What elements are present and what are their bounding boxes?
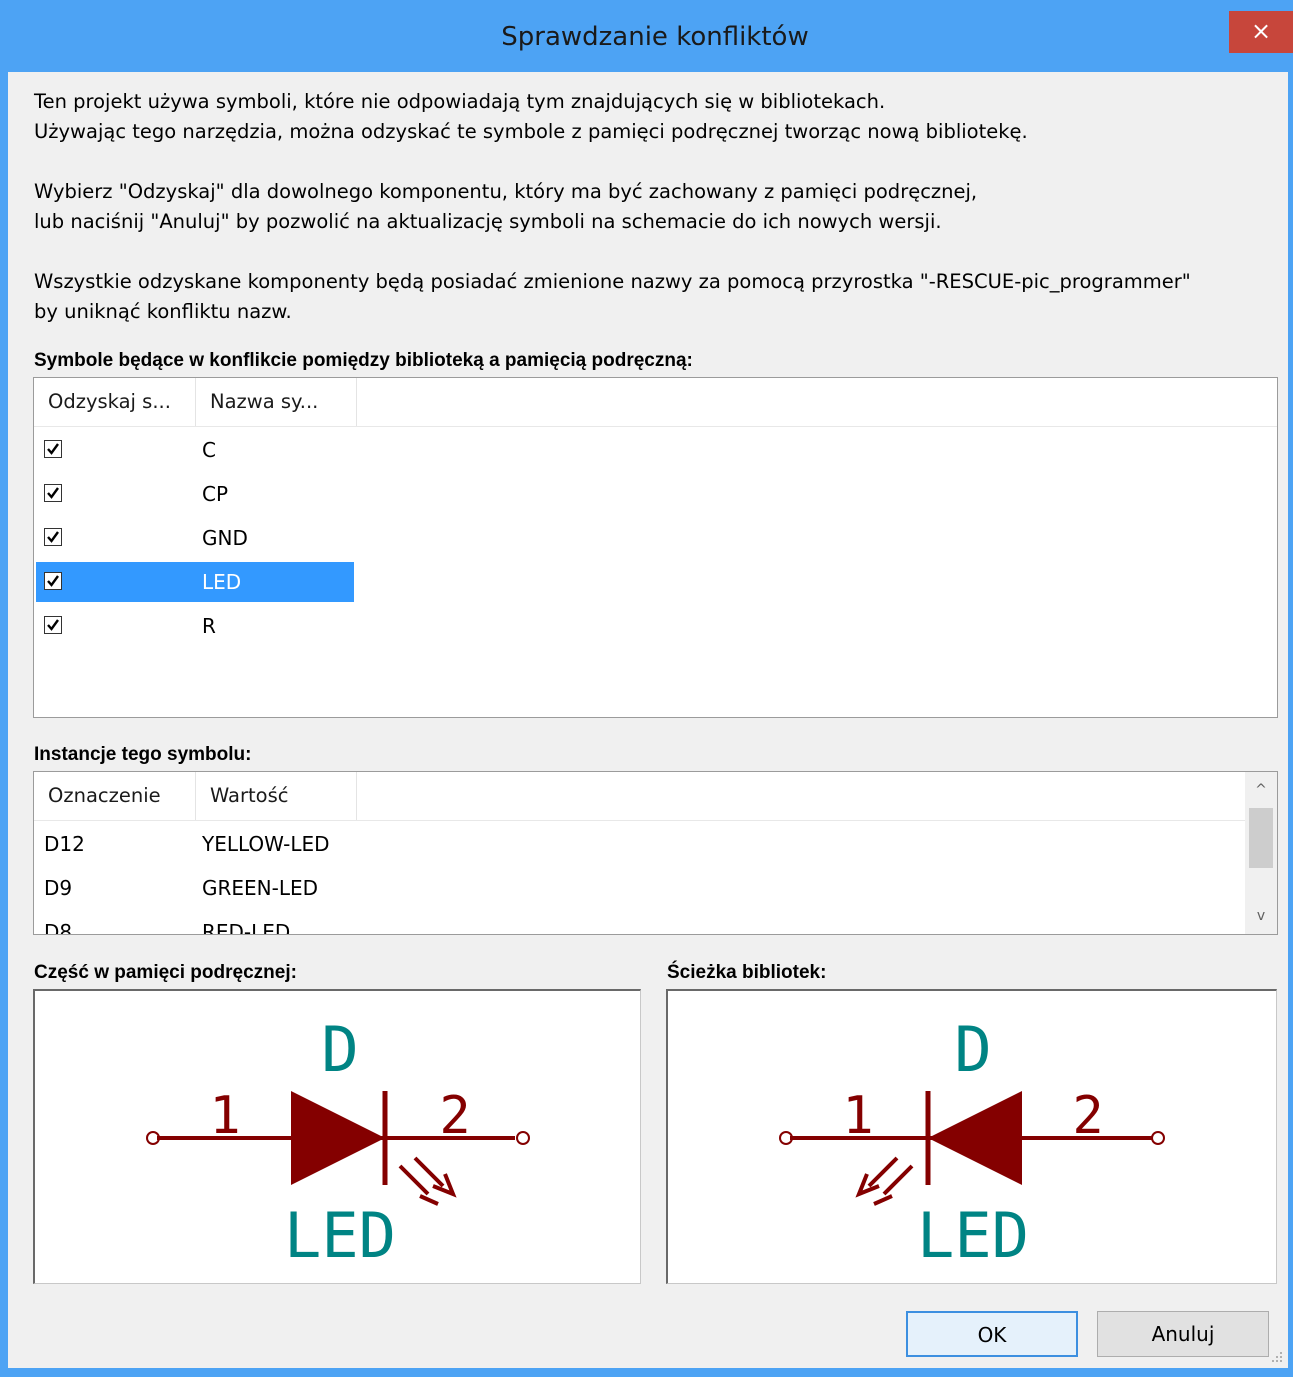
- emission-arrows-icon: [855, 1156, 914, 1206]
- rescue-checkbox[interactable]: [44, 528, 62, 546]
- description-line-5: Wszystkie odzyskane komponenty będą posi…: [34, 270, 1191, 293]
- rescue-checkbox[interactable]: [44, 440, 62, 458]
- description-line-2: Używając tego narzędzia, można odzyskać …: [34, 120, 1028, 143]
- library-pin2-number: 2: [1072, 1086, 1103, 1146]
- library-pin1-number: 1: [842, 1086, 873, 1146]
- description-line-6: by uniknąć konfliktu nazw.: [34, 300, 292, 323]
- column-header-value[interactable]: Wartość: [196, 772, 357, 820]
- library-ref-text: D: [954, 1013, 991, 1086]
- scroll-down-arrow-icon[interactable]: v: [1245, 900, 1277, 932]
- value-cell: GREEN-LED: [202, 876, 319, 900]
- symbol-name-cell: CP: [202, 482, 229, 506]
- scroll-thumb[interactable]: [1249, 808, 1273, 868]
- reference-cell: D9: [44, 876, 73, 900]
- rescue-checkbox[interactable]: [44, 572, 62, 590]
- dialog-window: Sprawdzanie konfliktów × Ten projekt uży…: [0, 0, 1293, 1377]
- library-value-text: LED: [917, 1199, 1029, 1272]
- column-header-reference[interactable]: Oznaczenie: [34, 772, 196, 820]
- cache-symbol-preview: D 1 2 LED: [33, 989, 641, 1284]
- symbol-name-cell: R: [202, 614, 216, 638]
- instances-label: Instancje tego symbolu:: [34, 744, 252, 765]
- checkmark-icon: [47, 443, 59, 455]
- conflict-row[interactable]: CP: [36, 474, 354, 514]
- pin2-endpoint: [1151, 1131, 1165, 1145]
- diode-triangle: [291, 1091, 385, 1185]
- cache-led-symbol: D 1 2 LED: [146, 1013, 530, 1272]
- description-line-4: lub naciśnij "Anuluj" by pozwolić na akt…: [34, 210, 942, 233]
- rescue-checkbox[interactable]: [44, 484, 62, 502]
- value-cell: YELLOW-LED: [202, 832, 330, 856]
- conflict-row[interactable]: R: [36, 606, 354, 646]
- cache-pin1-number: 1: [209, 1086, 240, 1146]
- symbol-name-cell: C: [202, 438, 216, 462]
- instances-scrollbar[interactable]: ^ v: [1245, 772, 1277, 934]
- header-divider: [34, 426, 1277, 427]
- library-led-symbol: D 1 2 LED: [779, 1013, 1165, 1272]
- description-line-3: Wybierz "Odzyskaj" dla dowolnego kompone…: [34, 180, 978, 203]
- cancel-button[interactable]: Anuluj: [1097, 1311, 1269, 1357]
- ok-button[interactable]: OK: [906, 1311, 1078, 1357]
- conflict-row[interactable]: C: [36, 430, 354, 470]
- header-divider: [34, 820, 1245, 821]
- instances-list[interactable]: Oznaczenie Wartość D12 YELLOW-LED D9 GREEN-…: [33, 771, 1278, 935]
- cache-pin2-number: 2: [439, 1086, 470, 1146]
- checkmark-icon: [47, 487, 59, 499]
- reference-cell: D8: [44, 920, 73, 935]
- conflicts-list[interactable]: Odzyskaj s... Nazwa sy... C CP GND LED R: [33, 377, 1278, 718]
- checkmark-icon: [47, 619, 59, 631]
- cache-ref-text: D: [321, 1013, 358, 1086]
- column-header-rescue[interactable]: Odzyskaj s...: [34, 378, 196, 426]
- conflict-row[interactable]: GND: [36, 518, 354, 558]
- instance-row[interactable]: D8 RED-LED: [36, 912, 1236, 935]
- conflicts-label: Symbole będące w konflikcie pomiędzy bib…: [34, 350, 693, 371]
- instance-row[interactable]: D12 YELLOW-LED: [36, 824, 1236, 864]
- checkmark-icon: [47, 575, 59, 587]
- pin2-endpoint: [516, 1131, 530, 1145]
- value-cell: RED-LED: [202, 920, 291, 935]
- conflict-row[interactable]: LED: [36, 562, 354, 602]
- scroll-up-arrow-icon[interactable]: ^: [1245, 774, 1277, 806]
- title-bar[interactable]: Sprawdzanie konfliktów ×: [0, 0, 1293, 72]
- close-button[interactable]: ×: [1229, 11, 1293, 53]
- cache-preview-label: Część w pamięci podręcznej:: [34, 962, 297, 983]
- diode-triangle: [928, 1091, 1022, 1185]
- checkmark-icon: [47, 531, 59, 543]
- reference-cell: D12: [44, 832, 85, 856]
- cache-value-text: LED: [284, 1199, 396, 1272]
- library-preview-label: Ścieżka bibliotek:: [667, 962, 827, 983]
- symbol-name-cell: LED: [202, 570, 242, 594]
- emission-arrows-icon: [398, 1156, 457, 1206]
- description-line-1: Ten projekt używa symboli, które nie odp…: [34, 90, 886, 113]
- symbol-name-cell: GND: [202, 526, 248, 550]
- library-symbol-preview: D 1 2 LED: [666, 989, 1277, 1284]
- dialog-client-area: Ten projekt używa symboli, które nie odp…: [8, 72, 1288, 1368]
- rescue-checkbox[interactable]: [44, 616, 62, 634]
- window-title: Sprawdzanie konfliktów: [501, 22, 809, 52]
- instance-row[interactable]: D9 GREEN-LED: [36, 868, 1236, 908]
- column-header-symbol-name[interactable]: Nazwa sy...: [196, 378, 357, 426]
- resize-grip-icon[interactable]: [1270, 1350, 1284, 1364]
